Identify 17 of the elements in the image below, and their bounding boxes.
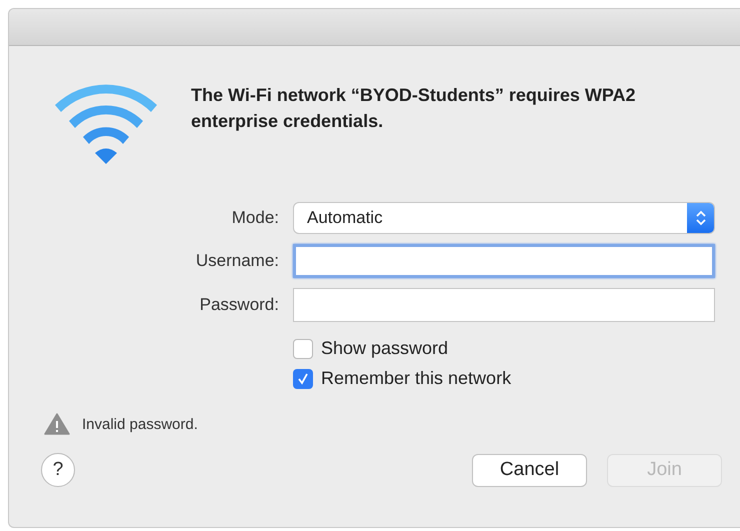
field-label: Password: xyxy=(200,295,279,315)
checkbox[interactable] xyxy=(293,368,313,388)
cancel-button[interactable]: Cancel xyxy=(472,454,587,486)
checkbox[interactable] xyxy=(293,338,313,358)
checkbox-label: Show password xyxy=(321,338,448,359)
mode-select[interactable]: Automatic xyxy=(293,202,715,234)
username-field[interactable] xyxy=(293,244,715,278)
error-message: Invalid password. xyxy=(82,416,198,432)
dialog-message: The Wi-Fi network “BYOD-Students” requires WPA2 enterprise credentials. xyxy=(191,84,637,133)
checkmark-icon xyxy=(297,372,309,384)
help-button[interactable]: ? xyxy=(41,453,75,487)
checkbox-label: Remember this network xyxy=(321,368,512,389)
stepper-icon xyxy=(696,210,706,226)
field-label: Mode: xyxy=(232,208,279,228)
warning-icon xyxy=(44,413,70,435)
password-field[interactable] xyxy=(293,288,715,322)
field-label: Username: xyxy=(196,251,279,271)
